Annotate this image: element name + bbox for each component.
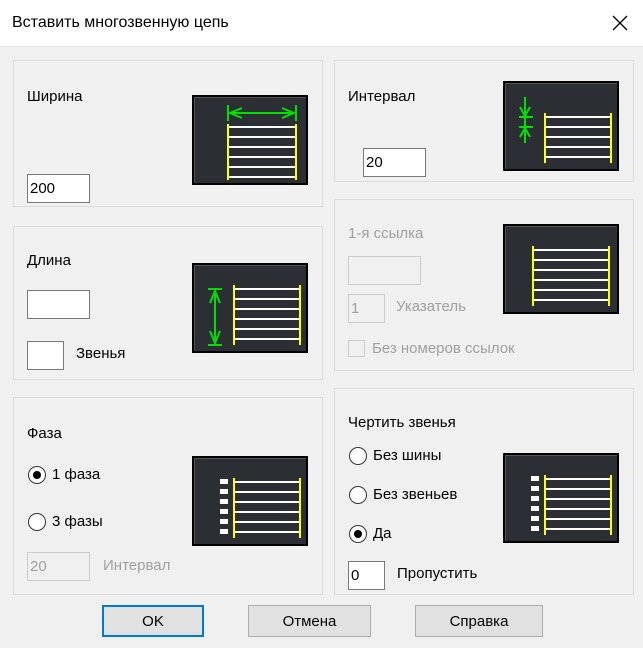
phase-label: Фаза: [27, 425, 62, 442]
skip-label: Пропустить: [397, 565, 478, 582]
radio-3-phase-label[interactable]: 3 фазы: [52, 513, 103, 530]
length-panel: Длина Звенья: [13, 226, 323, 380]
close-button[interactable]: [597, 0, 643, 46]
pointer-input[interactable]: [348, 294, 385, 323]
radio-yes[interactable]: [349, 525, 367, 543]
reference-preview: [503, 224, 619, 314]
draw-links-preview: [503, 453, 619, 543]
radio-yes-label[interactable]: Да: [373, 525, 392, 542]
window-title: Вставить многозвенную цепь: [12, 14, 229, 31]
interval-panel: Интервал: [334, 60, 634, 182]
phase-interval-label: Интервал: [103, 557, 171, 574]
phase-preview-diagram: [220, 478, 301, 538]
interval-input[interactable]: [363, 148, 426, 177]
help-button[interactable]: Справка: [415, 605, 543, 637]
pointer-label: Указатель: [396, 298, 466, 315]
ok-button[interactable]: OK: [102, 605, 204, 637]
length-input[interactable]: [27, 290, 90, 319]
radio-no-bus-label[interactable]: Без шины: [373, 447, 441, 464]
reference-panel: 1-я ссылка Указатель Без номеров ссылок: [334, 199, 634, 371]
interval-preview-diagram: [519, 97, 612, 163]
radio-1-phase[interactable]: [28, 466, 46, 484]
width-label: Ширина: [27, 88, 83, 105]
length-label: Длина: [27, 252, 71, 269]
width-preview: [192, 95, 308, 185]
skip-input[interactable]: [348, 561, 385, 590]
width-preview-diagram: [227, 105, 297, 180]
draw-links-preview-diagram: [531, 475, 612, 535]
width-input[interactable]: [27, 174, 90, 203]
draw-links-panel: Чертить звенья Без шины Без звеньев Да П…: [334, 388, 634, 595]
draw-links-label: Чертить звенья: [348, 414, 456, 431]
radio-1-phase-label[interactable]: 1 фаза: [52, 466, 100, 483]
links-label: Звенья: [76, 345, 126, 362]
phase-interval-input[interactable]: [27, 552, 90, 581]
phase-panel: Фаза 1 фаза 3 фазы Интервал: [13, 397, 323, 595]
reference-preview-diagram: [532, 246, 610, 306]
radio-no-bus[interactable]: [349, 447, 367, 465]
no-ref-numbers-checkbox[interactable]: [348, 340, 365, 357]
phase-preview: [192, 456, 308, 546]
close-icon: [612, 15, 628, 31]
interval-preview: [503, 81, 619, 171]
no-ref-numbers-label[interactable]: Без номеров ссылок: [372, 340, 515, 357]
radio-no-links-label[interactable]: Без звеньев: [373, 486, 457, 503]
cancel-button[interactable]: Отмена: [248, 605, 371, 637]
radio-3-phase[interactable]: [28, 513, 46, 531]
length-preview: [192, 263, 308, 353]
length-preview-diagram: [208, 285, 301, 346]
width-panel: Ширина: [13, 60, 323, 207]
radio-no-links[interactable]: [349, 486, 367, 504]
title-bar: Вставить многозвенную цепь: [0, 0, 643, 47]
reference-label: 1-я ссылка: [348, 225, 424, 242]
interval-label: Интервал: [348, 88, 416, 105]
reference-input[interactable]: [348, 256, 421, 285]
links-input[interactable]: [27, 341, 64, 370]
